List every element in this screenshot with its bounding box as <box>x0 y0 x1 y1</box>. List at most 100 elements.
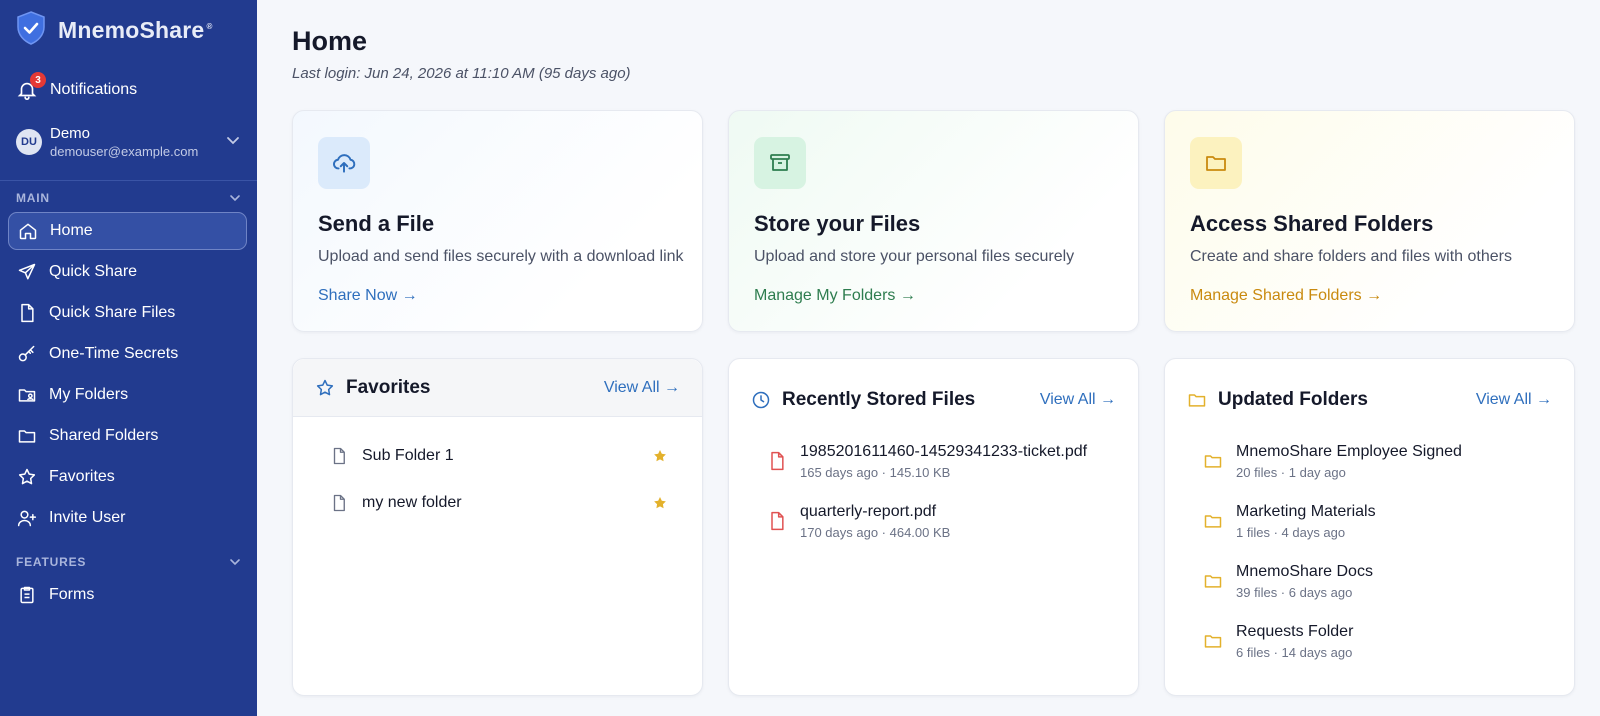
file-name: 1985201611460-14529341233-ticket.pdf <box>800 443 1088 460</box>
folder-name: MnemoShare Employee Signed <box>1236 443 1462 460</box>
file-icon <box>21 303 34 323</box>
recent-files-view-all-link[interactable]: View All → <box>1040 391 1116 409</box>
notifications-button[interactable]: 3 Notifications <box>16 72 138 104</box>
recent-files-title: Recently Stored Files <box>782 389 976 410</box>
folder-name: MnemoShare Docs <box>1236 563 1373 580</box>
updated-folders-title: Updated Folders <box>1218 389 1368 410</box>
file-meta: 165 days ago · 145.10 KB <box>800 465 951 480</box>
home-icon <box>19 223 37 240</box>
star-icon <box>18 468 36 485</box>
folder-icon <box>18 430 36 443</box>
folder-meta: 39 files · 6 days ago <box>1236 585 1353 600</box>
page-title: Home <box>292 26 368 56</box>
brand-name: MnemoShare ® <box>58 16 213 43</box>
section-features-label: FEATURES <box>16 555 87 569</box>
sidebar-divider <box>0 180 257 181</box>
brand[interactable]: MnemoShare ® <box>16 10 213 48</box>
nav-one-time-secrets-label: One-Time Secrets <box>49 345 179 362</box>
clock-icon <box>752 391 770 409</box>
user-name: Demo <box>50 125 91 142</box>
nav-home-label: Home <box>50 222 93 239</box>
recent-files-card: Recently Stored Files View All → 1985201… <box>728 358 1139 696</box>
chevron-down-icon <box>230 195 240 202</box>
favorites-card: Favorites View All → Sub Folder 1 my new… <box>292 358 703 696</box>
section-main[interactable]: MAIN <box>16 191 241 205</box>
clipboard-icon <box>20 586 34 604</box>
star-filled-icon[interactable] <box>652 448 668 464</box>
user-menu[interactable]: DU Demo demouser@example.com <box>16 122 241 162</box>
nav-my-folders[interactable]: My Folders <box>8 376 247 414</box>
share-now-link[interactable]: Share Now → <box>318 287 418 305</box>
star-filled-icon[interactable] <box>652 495 668 511</box>
list-item[interactable]: Requests Folder 6 files · 14 days ago <box>1165 623 1574 660</box>
bell-icon: 3 <box>16 72 46 101</box>
shared-folders-desc: Create and share folders and files with … <box>1190 248 1512 265</box>
list-item[interactable]: quarterly-report.pdf 170 days ago · 464.… <box>729 503 1138 540</box>
send-file-card[interactable]: Send a File Upload and send files secure… <box>292 110 703 332</box>
nav-home[interactable]: Home <box>8 212 247 250</box>
nav-forms-label: Forms <box>49 586 95 603</box>
list-item[interactable]: MnemoShare Docs 39 files · 6 days ago <box>1165 563 1574 600</box>
store-files-title: Store your Files <box>754 211 921 236</box>
favorites-title: Favorites <box>346 376 431 398</box>
recent-files-header: Recently Stored Files View All → <box>729 371 1138 429</box>
nav-shared-folders[interactable]: Shared Folders <box>8 417 247 455</box>
upload-cloud-icon <box>318 137 370 189</box>
nav-my-folders-label: My Folders <box>49 386 129 403</box>
nav-favorites-label: Favorites <box>49 468 115 485</box>
favorites-header: Favorites View All → <box>293 359 702 417</box>
user-email: demouser@example.com <box>50 144 199 159</box>
folder-icon <box>1204 575 1222 588</box>
avatar: DU <box>16 129 42 155</box>
folder-icon <box>1204 515 1222 528</box>
sidebar: MnemoShare ® 3 Notifications DU Demo demo… <box>0 0 257 716</box>
nav-quick-share-label: Quick Share <box>49 263 138 280</box>
store-files-desc: Upload and store your personal files sec… <box>754 248 1075 265</box>
nav-quick-share-files-label: Quick Share Files <box>49 304 176 321</box>
updated-folders-view-all-link[interactable]: View All → <box>1476 391 1552 409</box>
nav-quick-share[interactable]: Quick Share <box>8 253 247 291</box>
file-icon <box>333 494 345 512</box>
file-name: quarterly-report.pdf <box>800 503 937 520</box>
send-file-desc: Upload and send files securely with a do… <box>318 248 684 265</box>
list-item[interactable]: MnemoShare Employee Signed 20 files · 1 … <box>1165 443 1574 480</box>
file-meta: 170 days ago · 464.00 KB <box>800 525 951 540</box>
folder-meta: 1 files · 4 days ago <box>1236 525 1346 540</box>
notifications-label: Notifications <box>50 81 138 98</box>
nav-favorites[interactable]: Favorites <box>8 458 247 496</box>
favorites-view-all-link[interactable]: View All → <box>604 379 680 397</box>
favorite-name: Sub Folder 1 <box>362 447 454 464</box>
key-icon <box>18 345 35 362</box>
nav-invite-user[interactable]: Invite User <box>8 499 247 537</box>
list-item[interactable]: 1985201611460-14529341233-ticket.pdf 165… <box>729 443 1138 480</box>
chevron-down-icon[interactable] <box>225 132 241 153</box>
list-item[interactable]: Marketing Materials 1 files · 4 days ago <box>1165 503 1574 540</box>
nav-one-time-secrets[interactable]: One-Time Secrets <box>8 335 247 373</box>
send-icon <box>18 263 36 280</box>
list-item[interactable]: Sub Folder 1 <box>293 447 702 465</box>
section-main-label: MAIN <box>16 191 50 205</box>
pdf-file-icon <box>771 451 784 471</box>
notification-count-badge: 3 <box>30 72 46 88</box>
pdf-file-icon <box>771 511 784 531</box>
store-files-card[interactable]: Store your Files Upload and store your p… <box>728 110 1139 332</box>
manage-shared-folders-link[interactable]: Manage Shared Folders → <box>1190 287 1382 305</box>
shared-folders-card[interactable]: Access Shared Folders Create and share f… <box>1164 110 1575 332</box>
shared-folders-title: Access Shared Folders <box>1190 211 1434 236</box>
list-item[interactable]: my new folder <box>293 494 702 512</box>
user-plus-icon <box>17 510 37 527</box>
section-features[interactable]: FEATURES <box>16 555 241 569</box>
updated-folders-header: Updated Folders View All → <box>1165 371 1574 429</box>
favorite-name: my new folder <box>362 494 462 511</box>
send-file-title: Send a File <box>318 211 435 236</box>
manage-my-folders-link[interactable]: Manage My Folders → <box>754 287 916 305</box>
folder-icon <box>1188 394 1206 407</box>
nav-quick-share-files[interactable]: Quick Share Files <box>8 294 247 332</box>
folder-user-icon <box>18 389 36 402</box>
last-login: Last login: Jun 24, 2026 at 11:10 AM (95… <box>292 65 631 82</box>
updated-folders-card: Updated Folders View All → MnemoShare Em… <box>1164 358 1575 696</box>
nav-forms[interactable]: Forms <box>8 576 247 614</box>
folder-meta: 6 files · 14 days ago <box>1236 645 1353 660</box>
nav-shared-folders-label: Shared Folders <box>49 427 159 444</box>
folder-name: Marketing Materials <box>1236 503 1376 520</box>
